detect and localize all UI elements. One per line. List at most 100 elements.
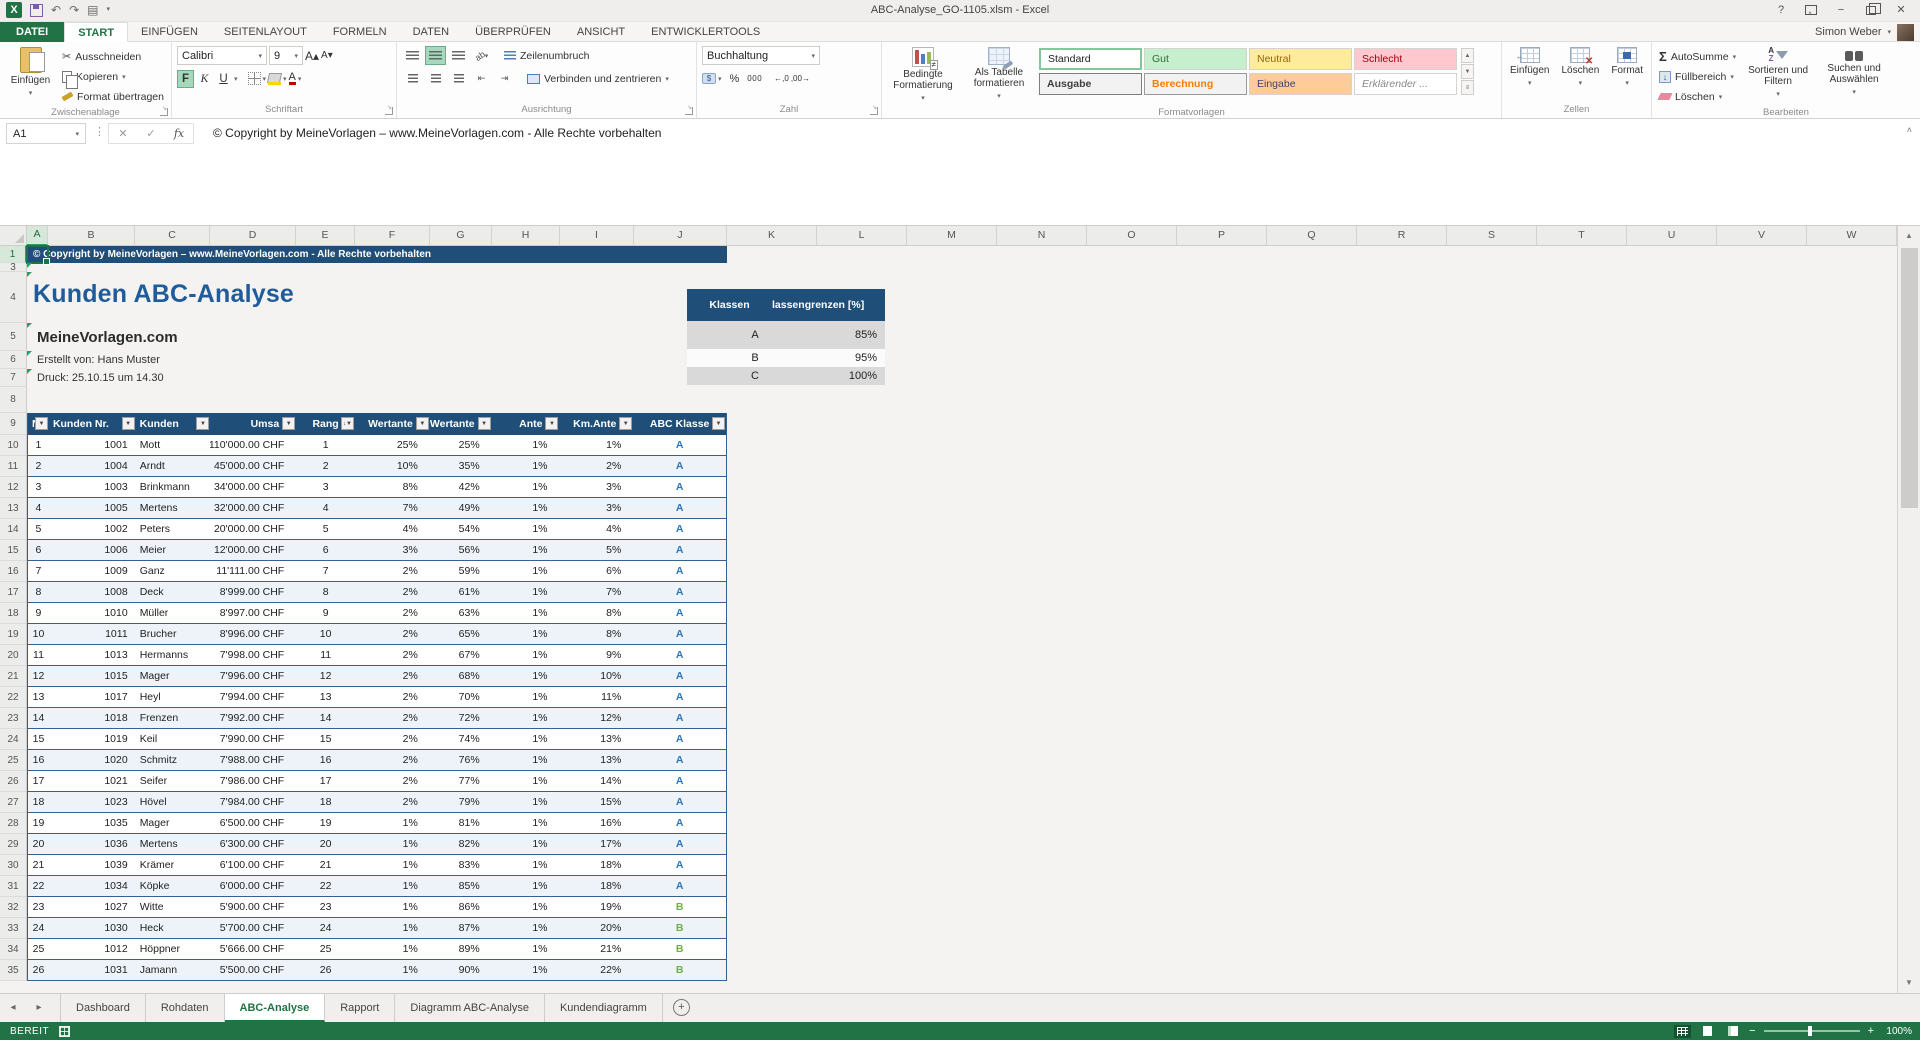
table-row[interactable]: 51002Peters20'000.00 CHF54%54%1%4%A — [28, 519, 726, 540]
cell-r15-c8[interactable]: 5% — [560, 540, 634, 560]
user-account[interactable]: Simon Weber ▾ — [1815, 22, 1914, 42]
row-header-12[interactable]: 12 — [0, 477, 27, 498]
insert-function-icon[interactable]: fx — [165, 127, 193, 140]
cell-r21-c9[interactable]: A — [633, 666, 726, 686]
cell-r22-c9[interactable]: A — [633, 687, 726, 707]
table-row[interactable]: 171021Seifer7'986.00 CHF172%77%1%14%A — [28, 771, 726, 792]
align-left-button[interactable] — [402, 69, 423, 88]
cell-r16-c6[interactable]: 59% — [430, 561, 492, 581]
sheet-tab-dashboard[interactable]: Dashboard — [60, 994, 146, 1022]
find-select-button[interactable]: Suchen und Auswählen▾ — [1818, 45, 1890, 106]
cell-r22-c3[interactable]: 7'994.00 CHF — [210, 687, 296, 707]
delete-cells-button[interactable]: Löschen▾ — [1558, 45, 1604, 103]
table-row[interactable]: 221034Köpke6'000.00 CHF221%85%1%18%A — [28, 876, 726, 897]
cell-r26-c2[interactable]: Seifer — [136, 771, 211, 791]
cell-r24-c7[interactable]: 1% — [492, 729, 560, 749]
cell-r31-c8[interactable]: 18% — [560, 876, 634, 896]
cell-r35-c4[interactable]: 26 — [296, 960, 355, 980]
cell-r14-c8[interactable]: 4% — [560, 519, 634, 539]
cell-r32-c4[interactable]: 23 — [296, 897, 355, 917]
cell-r35-c0[interactable]: 26 — [28, 960, 49, 980]
row-header-8[interactable]: 8 — [0, 387, 27, 413]
column-header-B[interactable]: B — [48, 226, 135, 246]
cell-r19-c4[interactable]: 10 — [296, 624, 355, 644]
cell-r18-c9[interactable]: A — [633, 603, 726, 623]
cell-r30-c6[interactable]: 83% — [430, 855, 492, 875]
row-header-7[interactable]: 7 — [0, 369, 27, 387]
cell-r17-c7[interactable]: 1% — [492, 582, 560, 602]
cell-style-schlecht[interactable]: Schlecht — [1354, 48, 1457, 70]
cell-r15-c2[interactable]: Meier — [136, 540, 211, 560]
cell-r10-c4[interactable]: 1 — [296, 435, 355, 455]
cell-r19-c7[interactable]: 1% — [492, 624, 560, 644]
cell-r27-c6[interactable]: 79% — [430, 792, 492, 812]
cell-r20-c2[interactable]: Hermanns — [136, 645, 211, 665]
cell-r20-c5[interactable]: 2% — [355, 645, 430, 665]
cell-r28-c5[interactable]: 1% — [355, 813, 430, 833]
column-header-W[interactable]: W — [1807, 226, 1897, 246]
cell-r32-c9[interactable]: B — [633, 897, 726, 917]
cell-r25-c8[interactable]: 13% — [560, 750, 634, 770]
align-right-button[interactable] — [448, 69, 469, 88]
table-row[interactable]: 41005Mertens32'000.00 CHF47%49%1%3%A — [28, 498, 726, 519]
cell-r21-c4[interactable]: 12 — [296, 666, 355, 686]
sheet-tab-kundendiagramm[interactable]: Kundendiagramm — [545, 994, 663, 1022]
cell-r27-c2[interactable]: Hövel — [136, 792, 211, 812]
page-layout-view-button[interactable] — [1699, 1025, 1716, 1038]
cell-r31-c2[interactable]: Köpke — [136, 876, 211, 896]
cell-r23-c7[interactable]: 1% — [492, 708, 560, 728]
cell-r15-c3[interactable]: 12'000.00 CHF — [210, 540, 296, 560]
filter-icon[interactable]: ▼ — [35, 417, 48, 430]
table-header-0[interactable]: N▼ — [28, 413, 49, 435]
cell-r30-c8[interactable]: 18% — [560, 855, 634, 875]
cell-r21-c0[interactable]: 12 — [28, 666, 49, 686]
ribbon-tab-einfügen[interactable]: EINFÜGEN — [128, 22, 211, 42]
cell-r25-c0[interactable]: 16 — [28, 750, 49, 770]
cell-r34-c6[interactable]: 89% — [430, 939, 492, 959]
cell-r30-c2[interactable]: Krämer — [136, 855, 211, 875]
cell-r22-c2[interactable]: Heyl — [136, 687, 211, 707]
cell-r21-c5[interactable]: 2% — [355, 666, 430, 686]
cell-r34-c7[interactable]: 1% — [492, 939, 560, 959]
sort-filter-button[interactable]: AZ Sortieren und Filtern▾ — [1742, 45, 1814, 106]
decrease-indent-button[interactable]: ⇤ — [471, 69, 492, 88]
row-header-14[interactable]: 14 — [0, 519, 27, 540]
cell-r12-c4[interactable]: 3 — [296, 477, 355, 497]
cell-r28-c0[interactable]: 19 — [28, 813, 49, 833]
cell-r14-c2[interactable]: Peters — [136, 519, 211, 539]
cell-r28-c9[interactable]: A — [633, 813, 726, 833]
row-header-11[interactable]: 11 — [0, 456, 27, 477]
cell-r34-c4[interactable]: 25 — [296, 939, 355, 959]
help-button[interactable]: ? — [1766, 0, 1796, 21]
cell-r24-c2[interactable]: Keil — [136, 729, 211, 749]
font-color-icon[interactable]: A — [289, 72, 296, 85]
filter-icon[interactable]: ▼ — [416, 417, 429, 430]
column-header-D[interactable]: D — [210, 226, 296, 246]
comma-format-button[interactable]: 000 — [747, 74, 762, 83]
row-header-34[interactable]: 34 — [0, 939, 27, 960]
cell-r25-c6[interactable]: 76% — [430, 750, 492, 770]
filter-icon[interactable]: ▼ — [619, 417, 632, 430]
table-row[interactable]: 11001Mott110'000.00 CHF125%25%1%1%A — [28, 435, 726, 456]
cell-r20-c0[interactable]: 11 — [28, 645, 49, 665]
borders-icon[interactable] — [248, 72, 261, 85]
cell-r14-c0[interactable]: 5 — [28, 519, 49, 539]
column-header-J[interactable]: J — [634, 226, 727, 246]
increase-decimal-button[interactable]: ←,0 — [774, 74, 789, 83]
cell-r10-c1[interactable]: 1001 — [49, 435, 136, 455]
cell-r20-c9[interactable]: A — [633, 645, 726, 665]
gallery-more-icon[interactable]: ≡ — [1461, 80, 1474, 95]
cell-r13-c2[interactable]: Mertens — [136, 498, 211, 518]
cell-r15-c6[interactable]: 56% — [430, 540, 492, 560]
merge-center-button[interactable]: Verbinden und zentrieren▾ — [525, 69, 671, 88]
cell-r12-c0[interactable]: 3 — [28, 477, 49, 497]
table-row[interactable]: 111013Hermanns7'998.00 CHF112%67%1%9%A — [28, 645, 726, 666]
table-row[interactable]: 71009Ganz11'111.00 CHF72%59%1%6%A — [28, 561, 726, 582]
cell-r28-c2[interactable]: Mager — [136, 813, 211, 833]
table-row[interactable]: 191035Mager6'500.00 CHF191%81%1%16%A — [28, 813, 726, 834]
cell-r13-c3[interactable]: 32'000.00 CHF — [210, 498, 296, 518]
cell-r26-c0[interactable]: 17 — [28, 771, 49, 791]
cell-r26-c4[interactable]: 17 — [296, 771, 355, 791]
shrink-font-button[interactable]: A▾ — [321, 50, 333, 61]
cell-r34-c9[interactable]: B — [633, 939, 726, 959]
